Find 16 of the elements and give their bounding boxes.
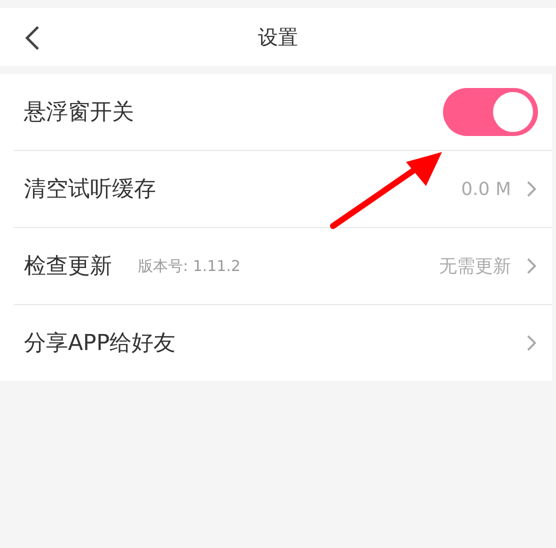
back-icon[interactable]	[24, 25, 40, 51]
chevron-icon	[527, 335, 536, 351]
chevron-icon	[527, 258, 536, 274]
toggle-switch[interactable]	[443, 88, 538, 136]
row-label: 检查更新	[24, 253, 112, 281]
row-value: 无需更新	[439, 255, 511, 278]
row-label: 悬浮窗开关	[24, 99, 134, 127]
row-label: 清空试听缓存	[24, 176, 156, 204]
page-title: 设置	[258, 24, 298, 50]
settings-row[interactable]: 检查更新 版本号: 1.11.2 无需更新	[14, 227, 552, 304]
toggle-row[interactable]: 悬浮窗开关	[14, 74, 552, 150]
row-value: 0.0 M	[461, 178, 511, 200]
version-text: 版本号: 1.11.2	[138, 256, 241, 276]
row-label: 分享APP给好友	[24, 330, 176, 358]
chevron-icon	[527, 181, 536, 197]
settings-row[interactable]: 分享APP给好友	[14, 304, 552, 381]
